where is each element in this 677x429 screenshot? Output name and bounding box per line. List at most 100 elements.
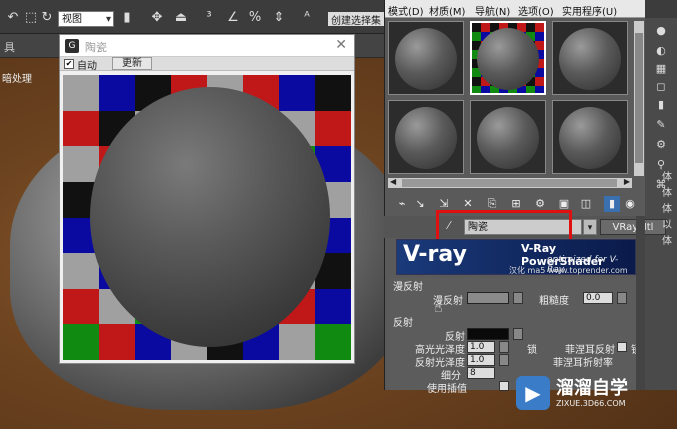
sample-slot-3[interactable] <box>552 21 628 95</box>
scroll-thumb[interactable] <box>402 179 617 187</box>
put-to-scene-icon[interactable]: ↘ <box>412 196 428 212</box>
command-panel-edge: 体 体 体 以 体 <box>662 170 672 250</box>
rotate-icon[interactable]: ↻ <box>38 9 56 27</box>
menu-material[interactable]: 材质(M) <box>429 3 465 18</box>
material-toolbar: ⌁ ↘ ⇲ ✕ ⎘ ⊞ ⚙ ▣ ◫ ▮ ◉ <box>388 196 646 214</box>
sample-sphere <box>559 107 621 169</box>
percent-snap-icon[interactable]: % <box>246 9 264 27</box>
preview-title-bar: G 陶瓷 ✕ <box>60 35 354 57</box>
checker-cell <box>315 75 351 111</box>
watermark: ▶ 溜溜自学 ZIXUE.3D66.COM <box>516 372 638 416</box>
slots-horizontal-scrollbar[interactable]: ◀ ▶ <box>388 177 632 188</box>
make-unique-icon[interactable]: ⎘ <box>484 196 500 212</box>
undo-icon[interactable]: ↶ <box>4 9 22 27</box>
parameters-scrollbar[interactable] <box>636 216 645 390</box>
checker-cell <box>99 75 135 111</box>
fresnel-ior-label: 菲涅耳折射率 <box>553 358 613 369</box>
checker-cell <box>63 253 99 289</box>
sample-sphere <box>477 107 539 169</box>
sample-slot-5[interactable] <box>470 100 546 174</box>
viewport-shading-label[interactable]: 暗处理 <box>2 70 32 85</box>
menu-modes[interactable]: 模式(D) <box>388 3 424 18</box>
hilight-gloss-map-button[interactable] <box>499 341 509 353</box>
menu-navigation[interactable]: 导航(N) <box>475 3 510 18</box>
diffuse-group-title: 漫反射 <box>393 282 423 293</box>
chevron-down-icon: ▾ <box>105 14 111 25</box>
chevron-down-icon[interactable]: ▾ <box>583 219 597 235</box>
sample-type-icon[interactable]: ● <box>653 24 669 38</box>
watermark-name: 溜溜自学 <box>556 378 628 399</box>
scroll-thumb[interactable] <box>635 33 643 163</box>
use-interpolation-checkbox[interactable] <box>499 381 509 391</box>
roughness-map-button[interactable] <box>617 292 627 304</box>
snap-icon[interactable]: ⏏ <box>172 9 190 27</box>
reset-map-icon[interactable]: ✕ <box>460 196 476 212</box>
show-in-viewport-icon[interactable]: ▣ <box>556 196 572 212</box>
get-material-icon[interactable]: ⌁ <box>394 196 410 212</box>
scroll-right-icon[interactable]: ▶ <box>624 177 630 186</box>
checker-cell <box>315 324 351 360</box>
preview-sphere <box>90 87 330 347</box>
material-editor-menu: 模式(D) 材质(M) 导航(N) 选项(O) 实用程序(U) <box>385 0 645 18</box>
refl-gloss-value[interactable]: 1.0 <box>467 354 495 366</box>
material-id-icon[interactable]: ⚙ <box>532 196 548 212</box>
pivot-icon[interactable]: ▮ <box>118 9 136 27</box>
menu-item-tools[interactable]: 具 <box>4 39 15 55</box>
checker-cell <box>315 110 351 147</box>
fresnel-checkbox[interactable] <box>617 342 627 352</box>
material-preview-window[interactable]: G 陶瓷 ✕ ✔ 自动 更新 <box>59 34 355 364</box>
command-panel-text: 体 <box>662 204 672 215</box>
roughness-value[interactable]: 0.0 <box>583 292 613 304</box>
reflect-color-swatch[interactable] <box>467 328 509 340</box>
preview-options-bar: ✔ 自动 更新 <box>60 57 354 72</box>
subdivs-value[interactable]: 8 <box>467 367 495 379</box>
command-panel-text: 体 <box>662 236 672 247</box>
options-icon[interactable]: ⚙ <box>653 138 669 152</box>
backlight-icon[interactable]: ◐ <box>653 44 669 58</box>
refl-gloss-map-button[interactable] <box>499 354 509 366</box>
go-sibling-icon[interactable]: ◉ <box>622 196 638 212</box>
app-icon: G <box>65 39 79 53</box>
uv-tiling-icon[interactable]: ◻ <box>653 80 669 94</box>
auto-checkbox[interactable]: ✔ <box>64 59 74 69</box>
show-end-result-icon[interactable]: ◫ <box>578 196 594 212</box>
coordinate-view-select[interactable]: 视图 ▾ <box>58 11 114 27</box>
go-to-parent-icon[interactable]: ▮ <box>604 196 620 212</box>
reflect-map-button[interactable] <box>513 328 523 340</box>
sample-slot-4[interactable] <box>388 100 464 174</box>
material-name-field[interactable]: 陶瓷 <box>464 219 582 235</box>
diffuse-color-swatch[interactable] <box>467 292 509 304</box>
checker-cell <box>99 324 135 360</box>
named-selection-field[interactable]: 创建选择集 <box>328 12 384 27</box>
checker-cell <box>63 110 99 147</box>
slots-vertical-scrollbar[interactable] <box>634 21 644 176</box>
snap-3-icon[interactable]: ³ <box>200 9 218 27</box>
move-icon[interactable]: ✥ <box>148 9 166 27</box>
sample-slot-1[interactable] <box>388 21 464 95</box>
close-icon[interactable]: ✕ <box>335 37 347 53</box>
command-panel-text: 体 <box>662 188 672 199</box>
assign-material-icon[interactable]: ⇲ <box>436 196 452 212</box>
diffuse-map-button[interactable] <box>513 292 523 304</box>
sample-slot-2[interactable] <box>470 21 546 95</box>
menu-utilities[interactable]: 实用程序(U) <box>562 3 617 18</box>
put-to-library-icon[interactable]: ⊞ <box>508 196 524 212</box>
sample-slot-6[interactable] <box>552 100 628 174</box>
menu-options[interactable]: 选项(O) <box>518 3 554 18</box>
spinner-snap-icon[interactable]: ⇕ <box>270 9 288 27</box>
watermark-logo-icon: ▶ <box>516 376 550 410</box>
material-type-button[interactable]: VRayMtl <box>600 219 666 235</box>
eyedropper-icon[interactable]: ⁄ <box>448 219 450 232</box>
edit-named-selection-icon[interactable]: ᴬ <box>298 9 316 27</box>
update-button[interactable]: 更新 <box>112 57 152 70</box>
angle-snap-icon[interactable]: ∠ <box>224 9 242 27</box>
view-select-value: 视图 <box>62 14 82 25</box>
video-color-check-icon[interactable]: ▮ <box>653 98 669 112</box>
scroll-left-icon[interactable]: ◀ <box>390 177 396 186</box>
checker-cell <box>63 75 99 111</box>
checker-cell <box>63 146 99 182</box>
sample-sphere <box>477 28 539 90</box>
hilight-gloss-value[interactable]: 1.0 <box>467 341 495 353</box>
make-preview-icon[interactable]: ✎ <box>653 118 669 132</box>
background-icon[interactable]: ▦ <box>653 62 669 76</box>
